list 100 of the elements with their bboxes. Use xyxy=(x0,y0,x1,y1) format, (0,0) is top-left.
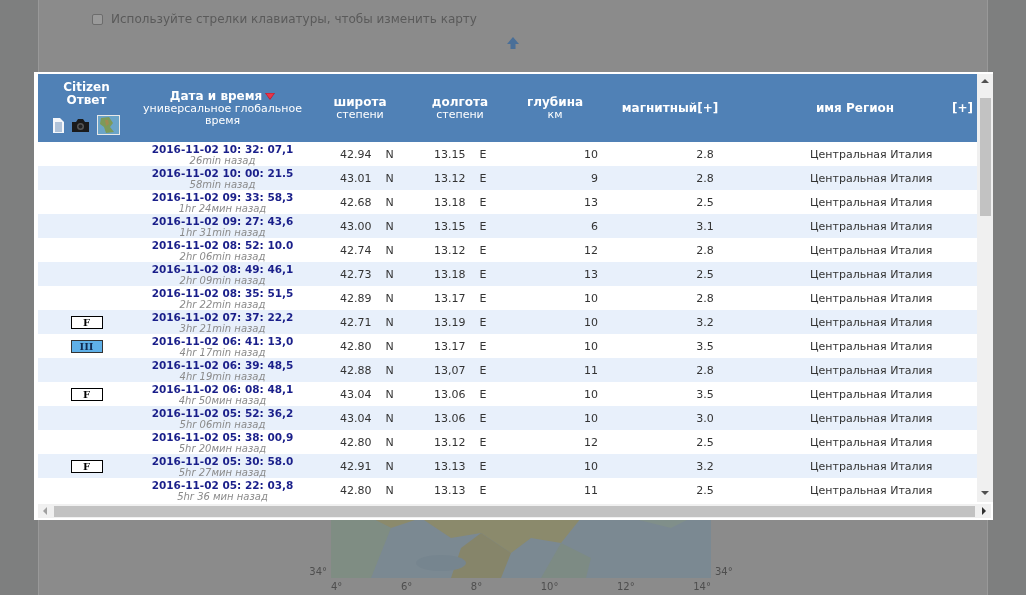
time-ago: 2hr 22min назад xyxy=(179,298,266,310)
event-time[interactable]: 2016-11-02 05: 30: 58.0 xyxy=(151,454,294,467)
table-row[interactable]: 2016-11-02 09: 33: 58,3 1hr 24мин назад 42.68 N 13.18 E 13 2.5 Центральная Италия xyxy=(38,190,977,214)
event-time[interactable]: 2016-11-02 10: 32: 07,1 xyxy=(151,142,294,155)
table-row[interactable]: 2016-11-02 10: 32: 07,1 26min назад 42.94 N 13.15 E 10 2.8 Центральная Италия xyxy=(38,142,977,166)
event-time[interactable]: 2016-11-02 08: 35: 51,5 xyxy=(151,286,294,299)
table-cell: Центральная Италия xyxy=(810,435,933,449)
table-row[interactable]: 2016-11-02 08: 35: 51,5 2hr 22min назад 42.89 N 13.17 E 10 2.8 Центральная Италия xyxy=(38,286,977,310)
table-cell: 42.71 xyxy=(340,315,372,329)
table-cell: 13.06 xyxy=(434,387,466,401)
event-time[interactable]: 2016-11-02 05: 52: 36,2 xyxy=(151,406,294,419)
table-cell: Центральная Италия xyxy=(810,411,933,425)
column-header[interactable]: долгота xyxy=(431,95,489,109)
column-header[interactable]: широта xyxy=(333,95,387,109)
column-subtitle: универсальное глобальное время xyxy=(142,102,303,127)
up-arrow-icon[interactable] xyxy=(506,36,520,50)
camera-icon[interactable] xyxy=(72,118,89,132)
table-cell: 13.12 xyxy=(434,171,466,185)
axis-label: 10° xyxy=(540,581,559,593)
event-time[interactable]: 2016-11-02 10: 00: 21.5 xyxy=(151,166,294,179)
scroll-up-icon[interactable] xyxy=(981,78,989,84)
event-time[interactable]: 2016-11-02 05: 38: 00,9 xyxy=(151,430,294,443)
event-time[interactable]: 2016-11-02 05: 22: 03,8 xyxy=(151,478,294,491)
table-cell: Центральная Италия xyxy=(810,291,933,305)
event-time[interactable]: 2016-11-02 07: 37: 22,2 xyxy=(151,310,294,323)
vertical-scrollbar[interactable] xyxy=(977,74,993,502)
table-cell: N xyxy=(385,171,394,185)
table-row[interactable]: F 2016-11-02 07: 37: 22,2 3hr 21min назад 42.71 N 13.19 E 10 3.2 Центральная Италия xyxy=(38,310,977,334)
table-cell: N xyxy=(385,267,394,281)
table-row[interactable]: 2016-11-02 09: 27: 43,6 1hr 31min назад 43.00 N 13.15 E 6 3.1 Центральная Италия xyxy=(38,214,977,238)
axis-label: 14° xyxy=(693,581,711,593)
document-icon[interactable] xyxy=(53,117,64,133)
table-cell: 42.88 xyxy=(340,363,372,377)
column-header[interactable]: [+] xyxy=(951,101,973,115)
table-cell: 13.12 xyxy=(434,435,466,449)
table-row[interactable]: F 2016-11-02 06: 08: 48,1 4hr 50мин назад 43.04 N 13.06 E 10 3.5 Центральная Италия xyxy=(38,382,977,406)
table-cell: Центральная Италия xyxy=(810,339,933,353)
column-header[interactable]: глубина xyxy=(526,95,584,109)
table-cell: N xyxy=(385,339,394,353)
table-cell: 11 xyxy=(584,483,598,497)
event-time[interactable]: 2016-11-02 09: 27: 43,6 xyxy=(151,214,294,227)
time-ago: 26min назад xyxy=(189,154,256,166)
table-row[interactable]: 2016-11-02 08: 52: 10.0 2hr 06min назад 42.74 N 13.12 E 12 2.8 Центральная Италия xyxy=(38,238,977,262)
table-cell: N xyxy=(385,219,394,233)
table-cell: Центральная Италия xyxy=(810,387,933,401)
time-ago: 5hr 36 мин назад xyxy=(177,490,268,502)
event-time[interactable]: 2016-11-02 08: 49: 46,1 xyxy=(151,262,294,275)
table-cell: 3.2 xyxy=(696,315,714,329)
event-time[interactable]: 2016-11-02 06: 08: 48,1 xyxy=(151,382,294,395)
table-cell: 2.8 xyxy=(696,147,714,161)
table-row[interactable]: III 2016-11-02 06: 41: 13,0 4hr 17min назад 42.80 N 13.17 E 10 3.5 Центральная Италия xyxy=(38,334,977,358)
axis-label: 34° xyxy=(308,566,328,578)
scroll-left-icon[interactable] xyxy=(42,507,48,515)
horizontal-scrollbar[interactable] xyxy=(38,504,991,518)
time-ago: 5hr 20мин назад xyxy=(178,442,267,454)
table-cell: Центральная Италия xyxy=(810,483,933,497)
column-header[interactable]: Дата и время xyxy=(169,89,263,103)
table-row[interactable]: 2016-11-02 10: 00: 21.5 58min назад 43.01 N 13.12 E 9 2.8 Центральная Италия xyxy=(38,166,977,190)
report-badge[interactable]: F xyxy=(70,387,103,401)
sort-icon[interactable] xyxy=(265,92,276,100)
scrollbar-thumb[interactable] xyxy=(979,98,991,216)
event-time[interactable]: 2016-11-02 06: 39: 48,5 xyxy=(151,358,294,371)
column-header[interactable]: имя Регион xyxy=(815,101,895,115)
column-subtitle: км xyxy=(547,108,563,121)
table-cell: N xyxy=(385,195,394,209)
scroll-right-icon[interactable] xyxy=(981,507,987,515)
scroll-down-icon[interactable] xyxy=(981,490,989,496)
map-icon[interactable] xyxy=(97,115,120,135)
table-cell: N xyxy=(385,459,394,473)
event-time[interactable]: 2016-11-02 06: 41: 13,0 xyxy=(151,334,294,347)
table-row[interactable]: 2016-11-02 06: 39: 48,5 4hr 19min назад 42.88 N 13,07 E 11 2.8 Центральная Италия xyxy=(38,358,977,382)
table-cell: E xyxy=(479,219,487,233)
checkbox[interactable] xyxy=(92,13,103,25)
event-time[interactable]: 2016-11-02 09: 33: 58,3 xyxy=(151,190,294,203)
table-cell: 42.80 xyxy=(340,483,372,497)
table-cell: E xyxy=(479,147,487,161)
time-ago: 4hr 50мин назад xyxy=(178,394,267,406)
time-ago: 4hr 19min назад xyxy=(179,370,266,382)
axis-label: 4° xyxy=(331,581,343,593)
table-cell: 13.17 xyxy=(434,291,466,305)
table-cell: 3.5 xyxy=(696,387,714,401)
table-row[interactable]: F 2016-11-02 05: 30: 58.0 5hr 27мин назад 42.91 N 13.13 E 10 3.2 Центральная Италия xyxy=(38,454,977,478)
report-badge[interactable]: III xyxy=(70,339,103,353)
table-cell: Центральная Италия xyxy=(810,315,933,329)
table-cell: 10 xyxy=(584,291,598,305)
table-row[interactable]: 2016-11-02 08: 49: 46,1 2hr 09min назад 42.73 N 13.18 E 13 2.5 Центральная Италия xyxy=(38,262,977,286)
table-cell: 10 xyxy=(584,147,598,161)
table-row[interactable]: 2016-11-02 05: 38: 00,9 5hr 20мин назад 42.80 N 13.12 E 12 2.5 Центральная Италия xyxy=(38,430,977,454)
scrollbar-thumb[interactable] xyxy=(54,505,975,517)
table-cell: 13.17 xyxy=(434,339,466,353)
column-header[interactable]: Citizen xyxy=(63,81,110,94)
time-ago: 3hr 21min назад xyxy=(179,322,266,334)
column-header[interactable]: магнитный[+] xyxy=(621,101,719,115)
event-time[interactable]: 2016-11-02 08: 52: 10.0 xyxy=(151,238,294,251)
table-row[interactable]: 2016-11-02 05: 22: 03,8 5hr 36 мин назад 42.80 N 13.13 E 11 2.5 Центральная Италия xyxy=(38,478,977,502)
table-row[interactable]: 2016-11-02 05: 52: 36,2 5hr 06min назад 43.04 N 13.06 E 10 3.0 Центральная Италия xyxy=(38,406,977,430)
table-cell: N xyxy=(385,315,394,329)
report-badge[interactable]: F xyxy=(70,315,103,329)
time-ago: 58min назад xyxy=(189,178,256,190)
report-badge[interactable]: F xyxy=(70,459,103,473)
